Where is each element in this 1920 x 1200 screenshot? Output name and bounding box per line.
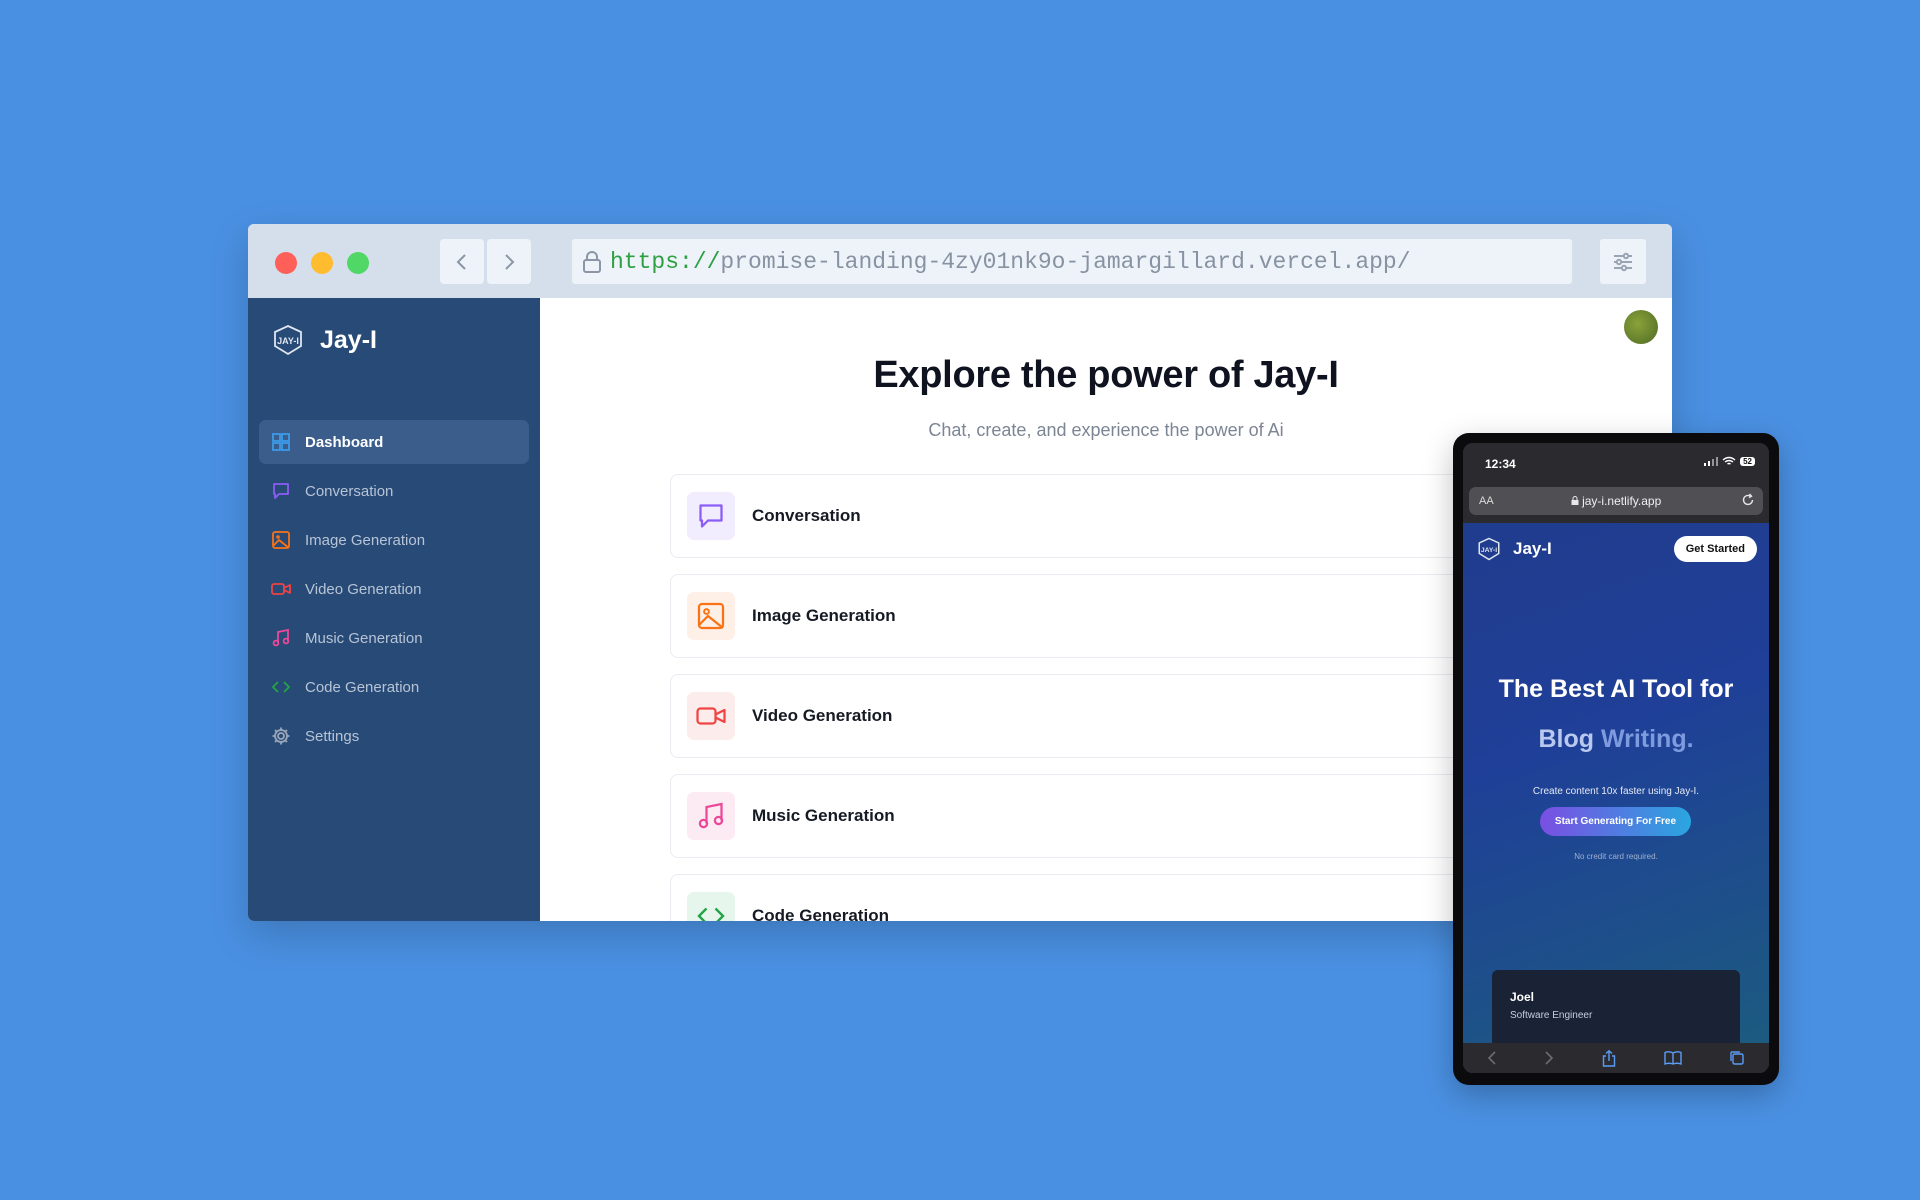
sidebar-item-label: Image Generation xyxy=(305,531,426,549)
close-window-button[interactable] xyxy=(275,252,297,274)
video-icon xyxy=(687,692,735,740)
tool-card-label: Conversation xyxy=(752,506,861,525)
share-icon[interactable] xyxy=(1602,1049,1616,1067)
reader-aa-button[interactable]: AA xyxy=(1479,495,1494,507)
music-icon xyxy=(687,792,735,840)
phone-mockup: 12:34 52 AA jay-i.netlify.app JAY-I Jay-… xyxy=(1453,433,1779,1085)
testimonial-name: Joel xyxy=(1510,990,1535,1004)
chevron-left-icon xyxy=(456,253,466,270)
hero-title-word-blog: Blog xyxy=(1538,725,1601,753)
start-generating-button[interactable]: Start Generating For Free xyxy=(1540,807,1691,836)
battery-icon: 52 xyxy=(1740,456,1755,466)
sidebar-item-label: Conversation xyxy=(305,482,394,500)
lock-icon xyxy=(582,250,602,274)
phone-brand-name: Jay-I xyxy=(1513,539,1552,558)
browser-menu-button[interactable] xyxy=(1600,239,1646,284)
phone-url-host: jay-i.netlify.app xyxy=(1469,494,1763,508)
hero-title-word-writing: Writing. xyxy=(1600,725,1694,753)
minimize-window-button[interactable] xyxy=(311,252,333,274)
phone-browser-toolbar xyxy=(1463,1043,1769,1073)
sidebar-item-video-generation[interactable]: Video Generation xyxy=(259,567,529,611)
svg-text:JAY-I: JAY-I xyxy=(1481,547,1497,554)
hero-subtext: Create content 10x faster using Jay-I. xyxy=(1532,786,1700,797)
hero-title-line-1: The Best AI Tool for xyxy=(1498,675,1734,703)
jay-i-logo-icon: JAY-I xyxy=(274,325,302,356)
tool-card-label: Video Generation xyxy=(752,706,893,725)
status-time: 12:34 xyxy=(1485,457,1516,471)
sidebar-item-label: Code Generation xyxy=(305,678,420,696)
music-icon xyxy=(271,628,291,648)
url-text: promise-landing-4zy01nk9o-jamargillard.v… xyxy=(720,248,1411,275)
svg-text:JAY-I: JAY-I xyxy=(277,336,299,346)
testimonial-role: Software Engineer xyxy=(1510,1010,1593,1021)
code-icon xyxy=(687,892,735,921)
phone-url-field[interactable]: AA jay-i.netlify.app xyxy=(1469,487,1763,515)
chevron-right-icon xyxy=(505,253,515,270)
get-started-button[interactable]: Get Started xyxy=(1673,536,1757,562)
image-icon xyxy=(271,530,291,550)
sidebar-item-label: Settings xyxy=(305,727,360,745)
signal-icon xyxy=(1704,457,1719,466)
code-icon xyxy=(271,677,291,697)
user-avatar[interactable] xyxy=(1624,310,1658,344)
sidebar: JAY-I Jay-I Dashboard Conversation Image… xyxy=(248,298,540,921)
sidebar-item-conversation[interactable]: Conversation xyxy=(259,469,529,513)
bookmarks-icon[interactable] xyxy=(1663,1051,1682,1065)
sidebar-item-label: Dashboard xyxy=(305,433,384,451)
chat-icon xyxy=(271,481,291,501)
sidebar-item-label: Video Generation xyxy=(305,580,422,598)
address-bar[interactable]: https:// promise-landing-4zy01nk9o-jamar… xyxy=(572,239,1572,284)
video-icon xyxy=(271,579,291,599)
chevron-left-icon[interactable] xyxy=(1487,1051,1497,1065)
maximize-window-button[interactable] xyxy=(347,252,369,274)
dashboard-icon xyxy=(271,432,291,452)
sidebar-item-label: Music Generation xyxy=(305,629,423,647)
wifi-icon xyxy=(1722,456,1736,465)
chevron-right-icon[interactable] xyxy=(1544,1051,1554,1065)
tool-card-label: Image Generation xyxy=(752,606,896,625)
sidebar-item-settings[interactable]: Settings xyxy=(259,714,529,758)
brand-name: Jay-I xyxy=(320,325,377,354)
chat-icon xyxy=(687,492,735,540)
reload-icon[interactable] xyxy=(1741,493,1755,507)
hero-title-line-2: Blog Writing. xyxy=(1463,725,1769,754)
phone-address-bar: AA jay-i.netlify.app xyxy=(1463,483,1769,523)
url-scheme: https:// xyxy=(610,248,721,275)
back-button[interactable] xyxy=(440,239,484,284)
phone-site-header: JAY-I Jay-I Get Started xyxy=(1463,523,1769,573)
sidebar-item-code-generation[interactable]: Code Generation xyxy=(259,665,529,709)
image-icon xyxy=(687,592,735,640)
status-icons: 52 xyxy=(1704,456,1755,466)
tool-card-label: Music Generation xyxy=(752,806,895,825)
sidebar-brand[interactable]: JAY-I Jay-I xyxy=(272,324,377,356)
phone-url-text: jay-i.netlify.app xyxy=(1582,494,1662,508)
jay-i-logo-icon: JAY-I xyxy=(1478,537,1500,561)
forward-button[interactable] xyxy=(487,239,531,284)
gear-icon xyxy=(271,726,291,746)
phone-screen: 12:34 52 AA jay-i.netlify.app JAY-I Jay-… xyxy=(1463,443,1769,1073)
sidebar-item-dashboard[interactable]: Dashboard xyxy=(259,420,529,464)
sidebar-item-image-generation[interactable]: Image Generation xyxy=(259,518,529,562)
phone-status-bar: 12:34 52 xyxy=(1463,443,1769,483)
sidebar-item-music-generation[interactable]: Music Generation xyxy=(259,616,529,660)
hero-note: No credit card required. xyxy=(1574,852,1658,861)
sliders-icon xyxy=(1614,252,1632,271)
sidebar-nav: Dashboard Conversation Image Generation … xyxy=(259,420,529,763)
browser-toolbar: https:// promise-landing-4zy01nk9o-jamar… xyxy=(248,224,1672,298)
lock-icon xyxy=(1571,496,1579,505)
phone-brand[interactable]: JAY-I Jay-I xyxy=(1477,537,1552,561)
tool-card-label: Code Generation xyxy=(752,906,889,921)
page-title: Explore the power of Jay-I xyxy=(873,354,1339,396)
tabs-icon[interactable] xyxy=(1729,1050,1745,1066)
